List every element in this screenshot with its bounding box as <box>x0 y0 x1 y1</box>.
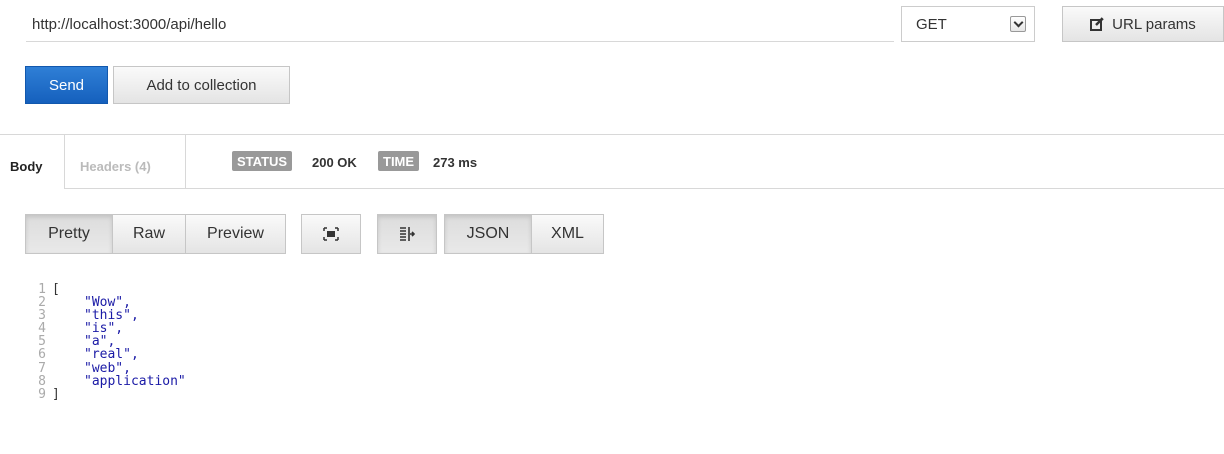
status-value: 200 OK <box>312 155 357 170</box>
tab-separator <box>64 135 65 189</box>
view-mode-group: Pretty Raw Preview <box>25 214 286 254</box>
line-wrap-icon <box>400 227 415 241</box>
divider-bottom <box>64 188 1224 189</box>
code-text: "web", <box>84 360 131 376</box>
time-value: 273 ms <box>433 155 478 170</box>
pretty-button[interactable]: Pretty <box>25 214 113 254</box>
code-text: "application" <box>84 373 186 389</box>
line-number: 7 <box>38 360 46 376</box>
code-text: "real", <box>84 347 139 363</box>
fullscreen-button[interactable] <box>301 214 361 254</box>
fullscreen-icon <box>323 227 339 241</box>
send-button[interactable]: Send <box>25 66 108 104</box>
tab-body[interactable]: Body <box>10 159 43 174</box>
method-value: GET <box>916 16 947 33</box>
status-badge: STATUS <box>232 151 293 171</box>
url-params-label: URL params <box>1112 15 1196 33</box>
xml-button[interactable]: XML <box>532 214 604 254</box>
format-group: JSON XML <box>444 214 604 254</box>
code-line: 6 "real", <box>24 348 186 361</box>
chevron-down-icon <box>1010 16 1026 32</box>
raw-button[interactable]: Raw <box>113 214 186 254</box>
code-line: 8 "application" <box>24 375 186 388</box>
code-line: 9] <box>24 388 186 401</box>
wrap-button[interactable] <box>377 214 437 254</box>
json-button[interactable]: JSON <box>444 214 532 254</box>
url-input[interactable] <box>26 8 894 42</box>
time-badge: TIME <box>378 151 420 171</box>
line-number: 9 <box>38 386 46 402</box>
divider-top <box>0 134 1224 135</box>
response-body: 1[2 "Wow", 3 "this", 4 "is", 5 "a", 6 "real", 7 "we… <box>24 283 186 401</box>
line-number: 8 <box>38 373 46 389</box>
tab-separator <box>185 135 186 189</box>
method-select[interactable]: GET <box>901 6 1035 42</box>
edit-pencil-icon <box>1090 17 1104 31</box>
preview-button[interactable]: Preview <box>186 214 286 254</box>
tab-headers[interactable]: Headers (4) <box>80 159 151 174</box>
url-params-button[interactable]: URL params <box>1062 6 1224 42</box>
add-to-collection-button[interactable]: Add to collection <box>113 66 290 104</box>
code-text: ] <box>52 386 60 402</box>
line-number: 6 <box>38 347 46 363</box>
code-line: 7 "web", <box>24 360 186 376</box>
code-text: [ <box>52 282 60 297</box>
